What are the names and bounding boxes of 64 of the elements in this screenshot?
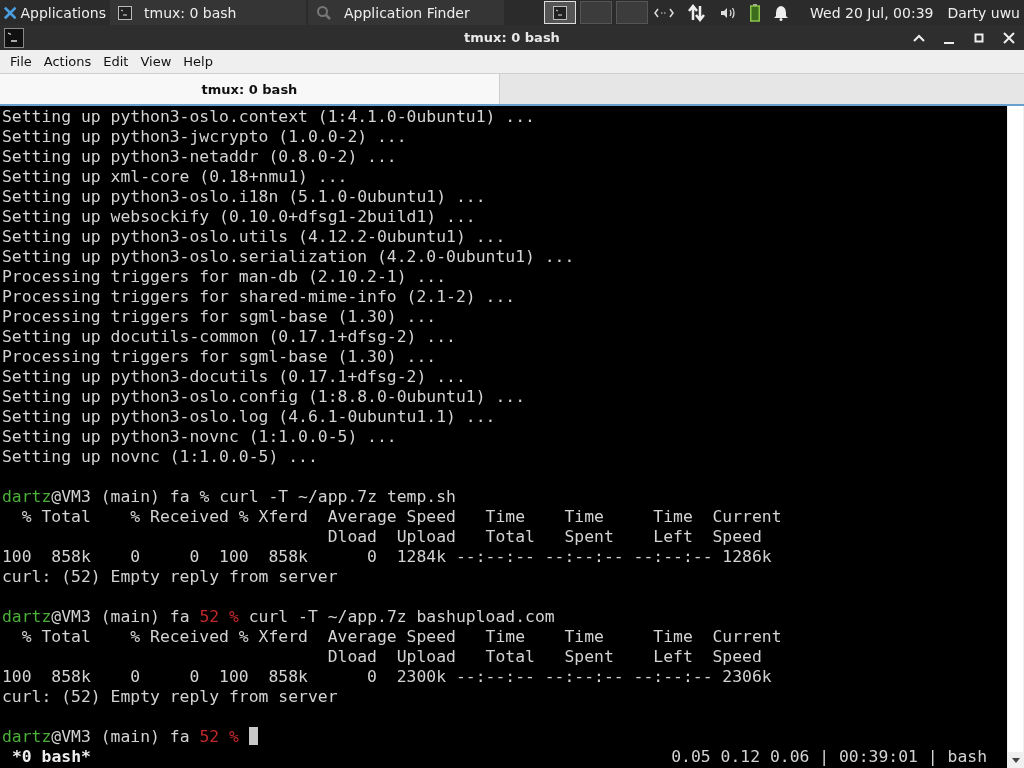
- terminal-line: Setting up python3-netaddr (0.8.0-2) ...: [1, 147, 398, 167]
- terminal-line: Setting up python3-oslo.i18n (5.1.0-0ubuntu1) ...: [1, 187, 487, 207]
- terminal-line: Setting up docutils-common (0.17.1+dfsg-2) ...: [1, 327, 457, 347]
- menu-item[interactable]: File: [4, 54, 38, 69]
- close-icon[interactable]: [1002, 30, 1016, 45]
- menu-item[interactable]: View: [134, 54, 178, 69]
- prompt-user: dartz: [2, 727, 52, 746]
- terminal-line: Setting up python3-novnc (1:1.0.0-5) ...: [1, 427, 398, 447]
- terminal-line: Setting up python3-oslo.context (1:4.1.0-0ubuntu1) ...: [1, 107, 536, 127]
- search-icon: [316, 4, 332, 21]
- menu-item[interactable]: Edit: [97, 54, 135, 69]
- exit-code: 52 %: [199, 727, 239, 746]
- terminal-line: curl: (52) Empty reply from server: [1, 567, 339, 587]
- terminal-line: Setting up python3-jwcrypto (1.0.0-2) ...: [1, 127, 408, 147]
- command-text: curl -T ~/app.7z bashupload.com: [248, 607, 555, 626]
- terminal-line: 100 858k 0 0 100 858k 0 2300k --:--:-- --:--:-- --:--:-- 2306k: [1, 667, 773, 687]
- window-title: tmux: 0 bash: [464, 30, 560, 45]
- terminal-line: Setting up python3-oslo.utils (4.12.2-0ubuntu1) ...: [1, 227, 507, 247]
- terminal-line: curl: (52) Empty reply from server: [1, 687, 339, 707]
- user-name[interactable]: Darty uwu: [947, 4, 1020, 21]
- terminal-line: Processing triggers for sgml-base (1.30) ...: [1, 307, 438, 327]
- terminal-line: Setting up novnc (1:1.0.0-5) ...: [1, 447, 319, 467]
- terminal-line: 100 858k 0 0 100 858k 0 1284k --:--:-- --:--:-- --:--:-- 1286k: [1, 547, 773, 567]
- tmux-status-info: 0.05 0.12 0.06 | 00:39:01 | bash: [671, 747, 987, 767]
- terminal-line: Dload Upload Total Spent Left Speed: [326, 647, 763, 667]
- terminal-line: Processing triggers for sgml-base (1.30) ...: [1, 347, 438, 367]
- battery-icon: [750, 3, 761, 22]
- clock[interactable]: Wed 20 Jul, 00:39: [810, 4, 934, 21]
- terminal-line: % Total % Received % Xferd Average Speed Time Time Time Current: [20, 507, 783, 527]
- terminal-line: % Total % Received % Xferd Average Speed Time Time Time Current: [20, 627, 783, 647]
- command-text: curl -T ~/app.7z temp.sh: [219, 487, 456, 506]
- x-logo-icon: [4, 5, 17, 20]
- prompt-host: @VM3 (main) fa: [51, 607, 190, 626]
- terminal-icon: [553, 5, 567, 20]
- terminal-icon[interactable]: [4, 27, 24, 48]
- prompt-symbol: %: [199, 487, 210, 506]
- menu-item[interactable]: Help: [177, 54, 219, 69]
- taskbar-button[interactable]: tmux: 0 bash: [110, 0, 306, 25]
- exit-code: 52 %: [199, 607, 239, 626]
- prompt-user: dartz: [2, 487, 52, 506]
- terminal-line: Setting up xml-core (0.18+nmu1) ...: [1, 167, 349, 187]
- terminal-line: Setting up python3-oslo.log (4.6.1-0ubuntu1.1) ...: [1, 407, 497, 427]
- prompt-host: @VM3 (main) fa: [51, 487, 190, 506]
- terminal-line: Processing triggers for shared-mime-info (2.1-2) ...: [1, 287, 517, 307]
- volume-icon: [720, 5, 737, 20]
- scrollbar[interactable]: [1007, 106, 1024, 768]
- terminal-line: Setting up python3-oslo.config (1:8.8.0-0ubuntu1) ...: [1, 387, 526, 407]
- network-icon: [654, 6, 675, 19]
- bell-icon: [774, 4, 789, 21]
- prompt-user: dartz: [2, 607, 52, 626]
- scroll-down-icon[interactable]: [1010, 756, 1021, 764]
- prompt-host: @VM3 (main) fa: [51, 727, 190, 746]
- terminal-line: Setting up websockify (0.10.0+dfsg1-2build1) ...: [1, 207, 477, 227]
- tab[interactable]: tmux: 0 bash: [0, 74, 500, 104]
- tmux-window-list: *0 bash*: [12, 747, 91, 767]
- terminal-line: Setting up python3-docutils (0.17.1+dfsg-2) ...: [1, 367, 467, 387]
- applications-menu[interactable]: Applications: [0, 0, 110, 25]
- taskbar-button[interactable]: Application Finder: [308, 0, 504, 25]
- menu-item[interactable]: Actions: [37, 54, 98, 69]
- terminal-line: Dload Upload Total Spent Left Speed: [326, 527, 763, 547]
- terminal-line: Processing triggers for man-db (2.10.2-1) ...: [1, 267, 448, 287]
- transfer-arrows-icon: [688, 3, 707, 22]
- terminal-icon: [118, 5, 132, 20]
- terminal-line: Setting up python3-oslo.serialization (4.2.0-0ubuntu1) ...: [1, 247, 576, 267]
